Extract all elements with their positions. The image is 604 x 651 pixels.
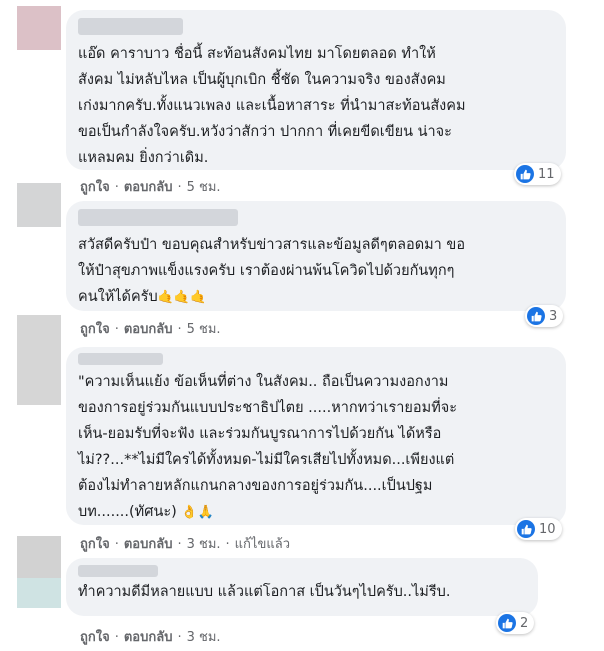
like-reaction-icon [517,520,535,538]
reaction-count: 2 [520,615,529,631]
like-button[interactable]: ถูกใจ [80,176,110,197]
author-name[interactable] [78,353,163,365]
reaction-count: 10 [539,521,556,537]
avatar[interactable] [17,183,61,227]
timestamp[interactable]: 3 ชม. [187,533,221,554]
comment-bubble: ทำความดีมีหลายแบบ แล้วแต่โอกาส เป็นวันๆไ… [66,558,538,616]
reaction-count: 11 [538,166,555,182]
reaction-counter[interactable]: 10 [515,518,562,540]
comment-text: "ความเห็นแย้ง ข้อเห็นที่ต่าง ในสังคม.. ถ… [78,369,554,526]
reply-button[interactable]: ตอบกลับ [124,176,173,197]
timestamp[interactable]: 3 ชม. [187,626,221,647]
comment-text: ทำความดีมีหลายแบบ แล้วแต่โอกาส เป็นวันๆไ… [78,584,451,600]
timestamp[interactable]: 5 ชม. [187,318,221,339]
reply-button[interactable]: ตอบกลับ [124,318,173,339]
comment-actions: ถูกใจ · ตอบกลับ · 3 ชม. · แก้ไขแล้ว [80,533,290,554]
like-reaction-icon [498,614,516,632]
author-name[interactable] [78,18,183,35]
comment-bubble: "ความเห็นแย้ง ข้อเห็นที่ต่าง ในสังคม.. ถ… [66,347,566,525]
avatar[interactable] [17,536,61,608]
comment-text-body: สวัสดีครับป๋า ขอบคุณสำหรับข่าวสารและข้อม… [78,237,466,305]
comment-text: สวัสดีครับป๋า ขอบคุณสำหรับข่าวสารและข้อม… [78,232,554,311]
avatar[interactable] [17,315,61,405]
reaction-counter[interactable]: 11 [514,163,561,185]
edited-label[interactable]: แก้ไขแล้ว [235,533,290,554]
comment-text: แอ๊ด คาราบาว ชื่อนี้ สะท้อนสังคมไทย มาโด… [78,46,466,166]
timestamp[interactable]: 5 ชม. [187,176,221,197]
like-reaction-icon [527,307,545,325]
reaction-counter[interactable]: 3 [525,305,564,327]
comment-actions: ถูกใจ · ตอบกลับ · 5 ชม. [80,318,221,339]
like-button[interactable]: ถูกใจ [80,318,110,339]
like-reaction-icon [516,165,534,183]
like-button[interactable]: ถูกใจ [80,533,110,554]
reaction-counter[interactable]: 2 [496,612,535,634]
author-name[interactable] [78,565,158,577]
reply-button[interactable]: ตอบกลับ [124,626,173,647]
comment-bubble: แอ๊ด คาราบาว ชื่อนี้ สะท้อนสังคมไทย มาโด… [66,10,566,170]
comment-actions: ถูกใจ · ตอบกลับ · 3 ชม. [80,626,221,647]
comment-bubble: สวัสดีครับป๋า ขอบคุณสำหรับข่าวสารและข้อม… [66,201,566,311]
author-name[interactable] [78,209,238,226]
comment-text-body: "ความเห็นแย้ง ข้อเห็นที่ต่าง ในสังคม.. ถ… [78,374,458,520]
emoji-group: 🤙🤙🤙 [157,290,207,305]
like-button[interactable]: ถูกใจ [80,626,110,647]
comment-actions: ถูกใจ · ตอบกลับ · 5 ชม. [80,176,221,197]
reaction-count: 3 [549,308,558,324]
emoji-group: 👌🙏 [181,505,214,520]
reply-button[interactable]: ตอบกลับ [124,533,173,554]
avatar[interactable] [17,6,61,50]
